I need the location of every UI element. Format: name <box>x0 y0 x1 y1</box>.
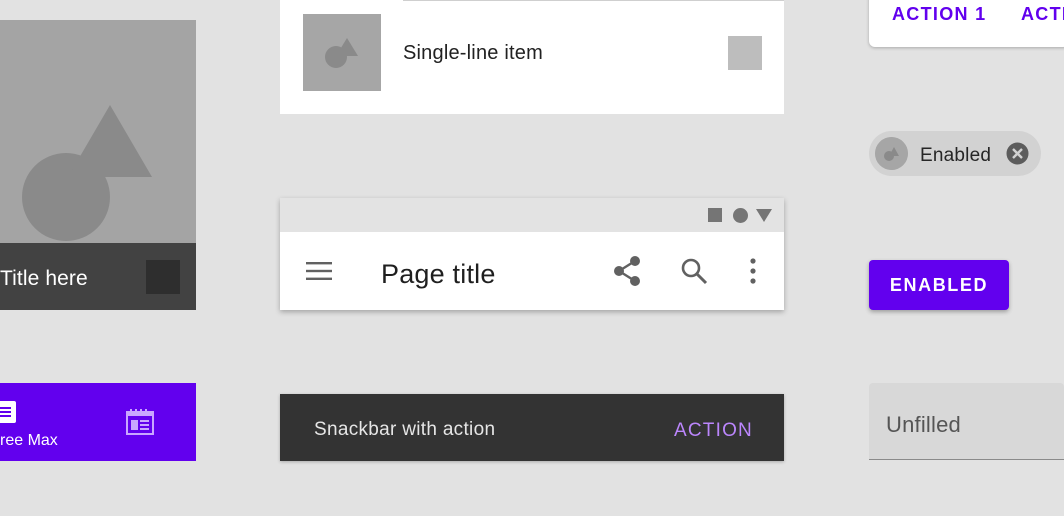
input-chip[interactable]: Enabled <box>869 131 1041 176</box>
dialog-action-2-button[interactable]: ACTI <box>1021 4 1064 25</box>
list-card: Single-line item <box>280 0 784 114</box>
enabled-button-label: ENABLED <box>889 275 989 295</box>
top-app-bar: Page title <box>280 198 784 310</box>
bottom-nav-label[interactable]: ree Max <box>0 432 58 450</box>
dialog-actions: ACTION 1 ACTI <box>869 0 1064 47</box>
status-triangle-icon <box>756 209 772 222</box>
list-item[interactable]: Single-line item <box>280 0 784 114</box>
snackbar-action-button[interactable]: ACTION <box>674 420 753 442</box>
dialog-action-1-button[interactable]: ACTION 1 <box>892 4 986 25</box>
image-card[interactable]: Title here <box>0 20 196 310</box>
text-field-placeholder: Unfilled <box>886 412 961 437</box>
article-icon[interactable] <box>0 401 16 423</box>
snackbar: Snackbar with action ACTION <box>280 394 784 461</box>
status-square-icon <box>708 208 722 222</box>
page-title: Page title <box>381 259 496 289</box>
enabled-button[interactable]: ENABLED <box>869 260 1009 310</box>
status-bar <box>280 198 784 232</box>
image-card-title: Title here <box>0 267 88 290</box>
caption-action-square[interactable] <box>146 260 180 294</box>
snackbar-message: Snackbar with action <box>314 419 496 440</box>
search-icon[interactable] <box>680 257 708 285</box>
image-placeholder-icon <box>0 20 196 243</box>
bottom-navigation: ree Max <box>0 383 196 461</box>
more-vert-icon[interactable] <box>744 256 762 286</box>
menu-icon[interactable] <box>304 256 334 286</box>
calendar-view-icon[interactable] <box>126 409 154 435</box>
close-icon[interactable] <box>1006 142 1029 165</box>
chip-label: Enabled <box>920 145 992 166</box>
list-item-meta-square[interactable] <box>728 36 762 70</box>
list-thumbnail-icon <box>303 14 381 91</box>
share-icon[interactable] <box>612 255 642 287</box>
chip-avatar-icon <box>875 137 908 170</box>
image-card-caption: Title here <box>0 243 196 310</box>
list-item-label: Single-line item <box>403 42 543 64</box>
status-circle-icon <box>733 208 748 223</box>
filled-text-field[interactable]: Unfilled <box>869 383 1064 460</box>
